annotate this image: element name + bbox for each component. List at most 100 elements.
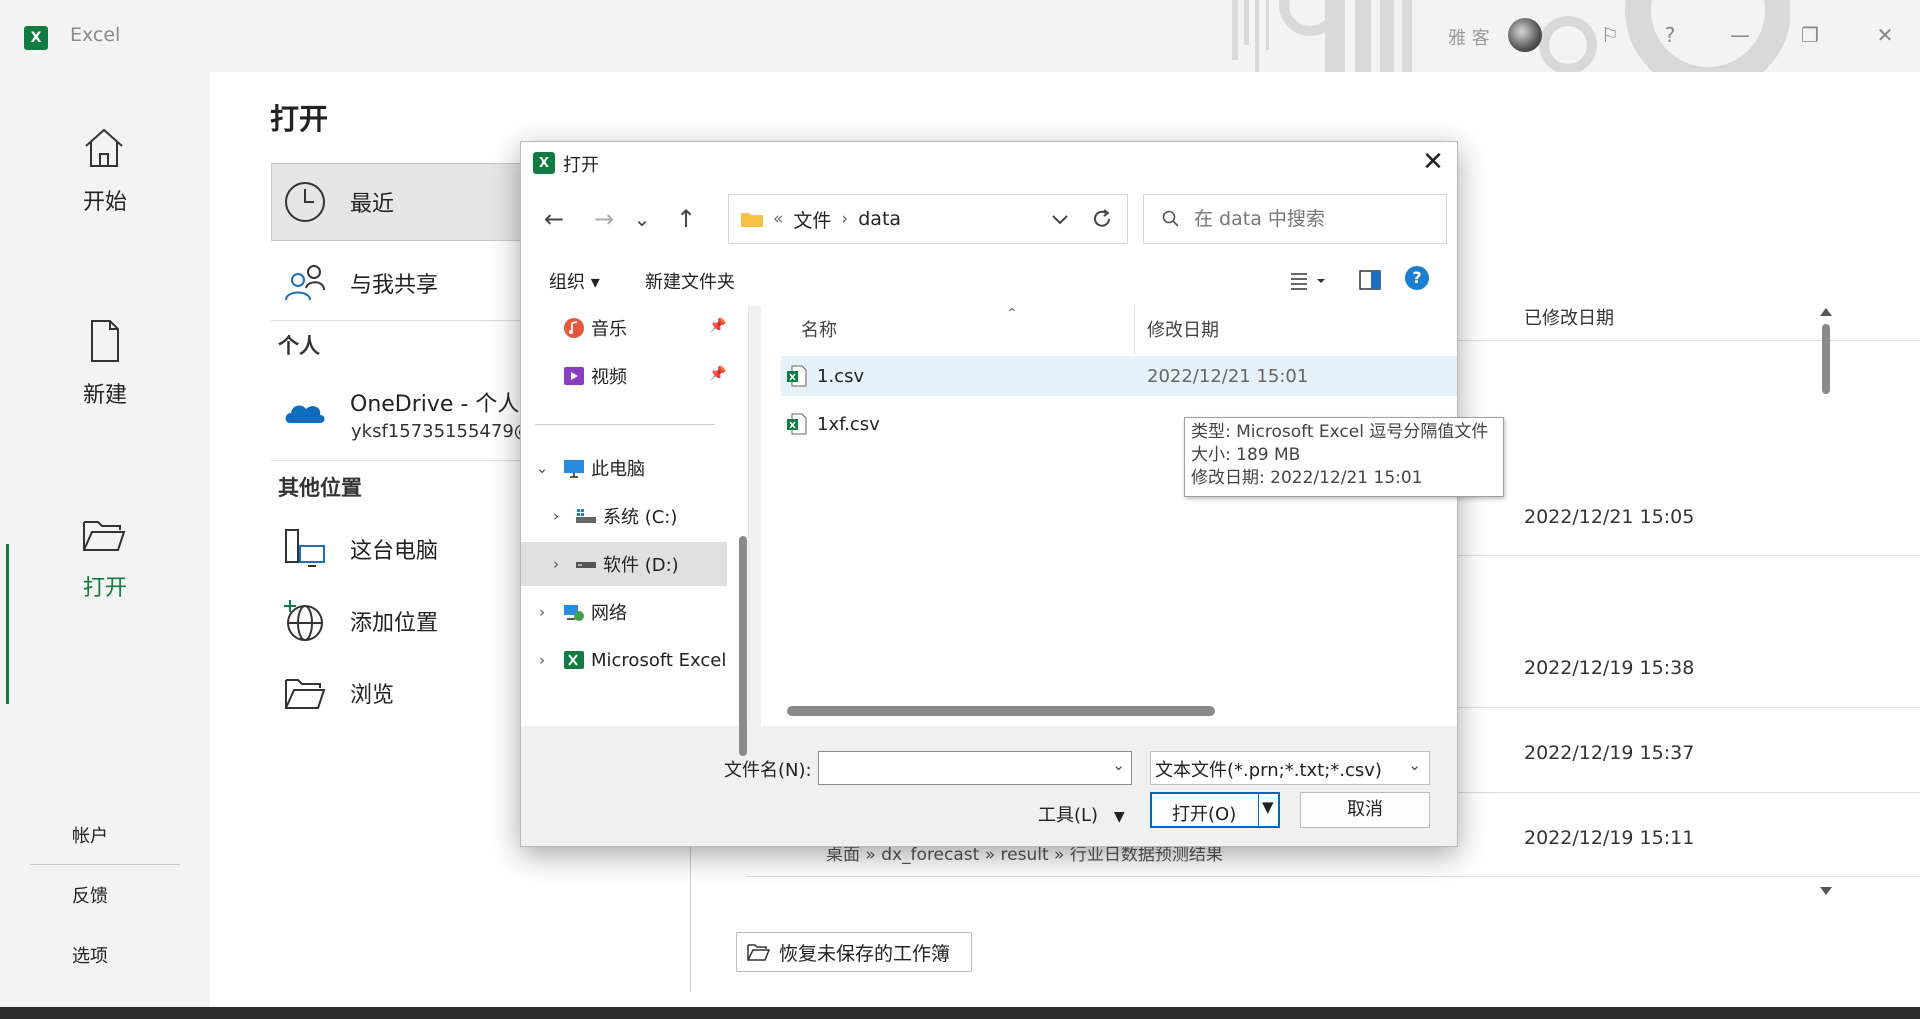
file-list-hscrollbar[interactable] (787, 706, 1215, 716)
chevron-right-icon[interactable]: › (535, 651, 549, 669)
chevron-down-icon[interactable]: ⌄ (535, 459, 549, 477)
recent-date: 2022/12/19 15:11 (1524, 827, 1695, 849)
tooltip-type: 类型: Microsoft Excel 逗号分隔值文件 (1191, 422, 1489, 442)
tools-label: 工具(L) (1038, 805, 1099, 826)
new-folder-button[interactable]: 新建文件夹 (645, 268, 735, 294)
filename-input[interactable]: ⌄ (818, 751, 1132, 785)
nav-feedback[interactable]: 反馈 (72, 882, 108, 908)
close-window-button[interactable]: ✕ (1870, 20, 1900, 50)
location-this-pc[interactable]: 这台电脑 (282, 524, 438, 574)
dialog-title: 打开 (563, 155, 599, 176)
excel-icon (564, 651, 584, 669)
forward-button[interactable]: → (589, 204, 619, 234)
tools-button[interactable]: 工具(L) ▼ (1038, 801, 1125, 827)
nav-pane-video[interactable]: 视频 (521, 354, 731, 398)
cancel-button[interactable]: 取消 (1300, 792, 1430, 828)
nav-pane-excel-label: Microsoft Excel (591, 649, 727, 671)
pin-icon[interactable]: 📌 (709, 318, 726, 334)
location-this-pc-label: 这台电脑 (350, 539, 439, 564)
up-button[interactable]: ↑ (671, 204, 701, 234)
clock-icon (285, 182, 325, 222)
chevron-right-icon[interactable]: › (535, 603, 549, 621)
chevron-down-icon[interactable]: ⌄ (1112, 756, 1125, 774)
open-button[interactable]: 打开(O) ▼ (1150, 792, 1280, 828)
organize-button[interactable]: 组织 ▾ (549, 268, 600, 294)
chevron-down-icon[interactable] (1049, 208, 1071, 230)
scroll-up-icon (1820, 308, 1832, 316)
nav-pane-excel[interactable]: › Microsoft Excel (521, 638, 731, 682)
section-other: 其他位置 (278, 476, 362, 500)
refresh-icon[interactable] (1091, 208, 1113, 230)
file-row[interactable]: 1.csv 2022/12/21 15:01 (781, 356, 1457, 396)
column-name[interactable]: 名称 (801, 316, 837, 342)
nav-pane-video-label: 视频 (591, 367, 627, 388)
chevron-down-icon[interactable]: ⌄ (1408, 756, 1421, 774)
nav-pane-music-label: 音乐 (591, 319, 627, 340)
breadcrumb-overflow[interactable]: « (773, 209, 783, 229)
nav-account[interactable]: 帐户 (72, 822, 108, 848)
nav-new[interactable]: 新建 (0, 317, 210, 437)
open-folder-icon (83, 521, 126, 551)
pin-icon[interactable]: 📌 (709, 366, 726, 382)
location-browse[interactable]: 浏览 (282, 668, 394, 718)
preview-pane-icon[interactable] (1359, 270, 1381, 290)
tooltip-size: 大小: 189 MB (1191, 445, 1301, 465)
onedrive-cloud-icon (285, 405, 325, 423)
nav-open[interactable]: 打开 (0, 510, 210, 630)
filetype-select[interactable]: 文本文件(*.prn;*.txt;*.csv) ⌄ (1150, 751, 1430, 785)
nav-open-label: 打开 (82, 576, 127, 601)
nav-pane-music[interactable]: 音乐 (521, 306, 731, 350)
open-file-dialog: X 打开 ✕ ← → ⌄ ↑ « 文件 › data 组织 ▾ 新建文件夹 ? (520, 141, 1504, 847)
nav-pane-network[interactable]: › 网络 (521, 590, 731, 634)
minimize-button[interactable]: — (1725, 20, 1755, 50)
location-shared[interactable]: 与我共享 (282, 258, 438, 308)
recover-unsaved-button[interactable]: 恢复未保存的工作簿 (736, 932, 972, 972)
back-button[interactable]: ← (539, 204, 569, 234)
search-input[interactable] (1194, 208, 1434, 230)
location-recent[interactable]: 最近 (282, 177, 394, 227)
search-icon (1162, 210, 1179, 227)
drive-d-icon (576, 562, 596, 568)
location-onedrive-label: OneDrive - 个人 (350, 392, 520, 417)
new-document-icon (91, 320, 119, 362)
view-options-icon[interactable] (1291, 272, 1325, 290)
dialog-help-icon[interactable]: ? (1405, 266, 1429, 290)
breadcrumb-separator-icon[interactable]: › (841, 209, 848, 229)
nav-options[interactable]: 选项 (72, 942, 108, 968)
column-divider[interactable] (1134, 306, 1135, 354)
file-name: 1xf.csv (817, 413, 880, 435)
column-modified-date[interactable]: 已修改日期 (1524, 304, 1614, 330)
restore-button[interactable]: ❐ (1795, 20, 1825, 50)
nav-pane-scrollbar[interactable] (739, 536, 747, 756)
network-icon (564, 605, 584, 621)
caret-down-icon[interactable]: ▼ (1262, 798, 1274, 816)
dialog-close-button[interactable]: ✕ (1417, 146, 1449, 178)
user-name[interactable]: 雅 客 (1448, 24, 1490, 50)
nav-pane-this-pc-label: 此电脑 (591, 459, 645, 480)
breadcrumb-item[interactable]: 文件 (793, 206, 831, 233)
search-box[interactable] (1143, 194, 1447, 244)
nav-pane-drive-c[interactable]: › 系统 (C:) (521, 494, 731, 538)
location-add-place[interactable]: 添加位置 (282, 596, 438, 646)
file-date: 2022/12/21 15:01 (1147, 365, 1309, 387)
nav-pane-drive-d[interactable]: › 软件 (D:) (521, 542, 727, 586)
user-avatar[interactable] (1508, 18, 1542, 52)
tooltip-modified: 修改日期: 2022/12/21 15:01 (1191, 468, 1423, 488)
chevron-right-icon[interactable]: › (549, 507, 563, 525)
recent-list-scrollbar[interactable] (1817, 302, 1835, 902)
recover-unsaved-label: 恢复未保存的工作簿 (779, 942, 951, 965)
chevron-right-icon[interactable]: › (549, 555, 563, 573)
help-icon[interactable]: ? (1655, 20, 1685, 50)
drive-c-icon (576, 509, 596, 523)
nav-home[interactable]: 开始 (0, 124, 210, 244)
coauthor-icon[interactable]: ⚐ (1595, 20, 1625, 50)
recent-locations-button[interactable]: ⌄ (627, 204, 657, 234)
breadcrumb-item[interactable]: data (858, 208, 901, 230)
music-icon (564, 318, 584, 338)
monitor-icon (564, 460, 584, 478)
nav-pane-this-pc[interactable]: ⌄ 此电脑 (521, 446, 731, 490)
recent-date: 2022/12/19 15:37 (1524, 742, 1695, 764)
people-icon (285, 265, 325, 301)
column-modified[interactable]: 修改日期 (1147, 316, 1219, 342)
csv-file-icon (787, 413, 807, 435)
